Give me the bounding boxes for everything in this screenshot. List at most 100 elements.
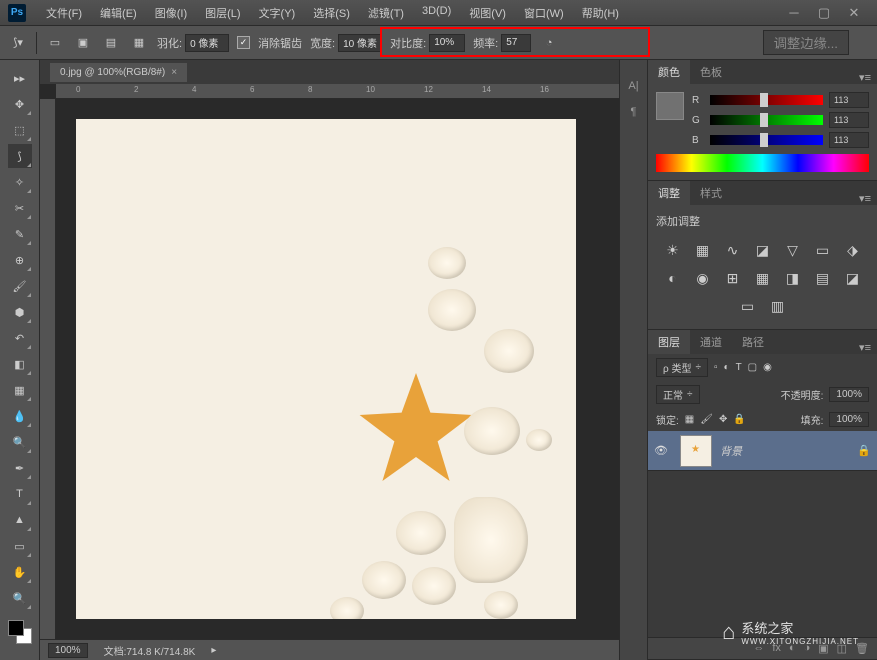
g-slider[interactable]	[710, 115, 823, 125]
posterize-icon[interactable]: ▤	[813, 269, 833, 287]
tab-swatches[interactable]: 色板	[690, 60, 732, 84]
tab-paths[interactable]: 路径	[732, 330, 774, 354]
b-value[interactable]: 113	[829, 132, 869, 148]
brush-tool[interactable]: 🖌	[8, 274, 32, 298]
refine-edge-button[interactable]: 调整边缘...	[763, 30, 849, 55]
path-select-tool[interactable]: ▲	[8, 508, 32, 532]
filter-smart-icon[interactable]: ◉	[763, 362, 772, 373]
zoom-level[interactable]: 100%	[48, 643, 88, 658]
vertical-ruler[interactable]	[40, 99, 56, 639]
lookup-icon[interactable]: ▦	[753, 269, 773, 287]
filter-pixel-icon[interactable]: ▫	[714, 362, 718, 373]
hue-icon[interactable]: ▭	[813, 241, 833, 259]
r-value[interactable]: 113	[829, 92, 869, 108]
pen-tool[interactable]: ✒	[8, 456, 32, 480]
history-brush-tool[interactable]: ↶	[8, 326, 32, 350]
r-slider[interactable]	[710, 95, 823, 105]
lock-paint-icon[interactable]: 🖌	[700, 414, 713, 425]
tab-layers[interactable]: 图层	[648, 330, 690, 354]
foreground-color[interactable]	[8, 620, 24, 636]
healing-tool[interactable]: ⊕	[8, 248, 32, 272]
close-button[interactable]: ✕	[839, 3, 869, 23]
layer-row-background[interactable]: 👁 背景 🔒	[648, 431, 877, 471]
levels-icon[interactable]: ▦	[693, 241, 713, 259]
paragraph-panel-icon[interactable]: ¶	[631, 106, 637, 118]
g-value[interactable]: 113	[829, 112, 869, 128]
marquee-tool[interactable]: ⬚	[8, 118, 32, 142]
vibrance-icon[interactable]: ▽	[783, 241, 803, 259]
maximize-button[interactable]: ▢	[809, 3, 839, 23]
horizontal-ruler[interactable]: 0 2 4 6 8 10 12 14 16	[56, 84, 619, 99]
panel-menu-icon[interactable]: ▾≡	[853, 341, 877, 354]
menu-view[interactable]: 视图(V)	[461, 2, 514, 24]
doc-info-arrow-icon[interactable]: ▸	[211, 645, 216, 656]
tab-channels[interactable]: 通道	[690, 330, 732, 354]
tab-color[interactable]: 颜色	[648, 60, 690, 84]
width-input[interactable]	[338, 34, 382, 52]
shape-tool[interactable]: ▭	[8, 534, 32, 558]
type-tool[interactable]: T	[8, 482, 32, 506]
canvas-viewport[interactable]	[56, 99, 619, 639]
balance-icon[interactable]: ⬗	[843, 241, 863, 259]
lock-all-icon[interactable]: 🔒	[733, 414, 745, 425]
crop-tool[interactable]: ✂	[8, 196, 32, 220]
gradient-map-icon[interactable]: ▭	[738, 297, 758, 315]
panel-menu-icon[interactable]: ▾≡	[853, 71, 877, 84]
new-selection-icon[interactable]: ▭	[45, 33, 65, 53]
photo-filter-icon[interactable]: ◉	[693, 269, 713, 287]
layer-thumbnail[interactable]	[680, 435, 712, 467]
contrast-input[interactable]	[429, 34, 465, 52]
intersect-selection-icon[interactable]: ▦	[129, 33, 149, 53]
selective-icon[interactable]: ▥	[768, 297, 788, 315]
bw-icon[interactable]: ◐	[663, 269, 683, 287]
threshold-icon[interactable]: ◪	[843, 269, 863, 287]
menu-filter[interactable]: 滤镜(T)	[360, 2, 412, 24]
blur-tool[interactable]: 💧	[8, 404, 32, 428]
brightness-icon[interactable]: ☀	[663, 241, 683, 259]
menu-file[interactable]: 文件(F)	[38, 2, 90, 24]
menu-type[interactable]: 文字(Y)	[251, 2, 304, 24]
magic-wand-tool[interactable]: ✧	[8, 170, 32, 194]
tab-styles[interactable]: 样式	[690, 181, 732, 205]
frequency-input[interactable]	[501, 34, 531, 52]
fill-input[interactable]: 100%	[829, 412, 869, 427]
active-color[interactable]	[656, 92, 684, 120]
menu-edit[interactable]: 编辑(E)	[92, 2, 145, 24]
expand-icon[interactable]: ▸▸	[8, 66, 32, 90]
filter-shape-icon[interactable]: ▢	[748, 362, 757, 373]
opacity-input[interactable]: 100%	[829, 387, 869, 402]
menu-image[interactable]: 图像(I)	[147, 2, 195, 24]
tool-preset-icon[interactable]: ⟆▾	[8, 33, 28, 53]
lock-position-icon[interactable]: ✥	[719, 414, 727, 425]
tab-adjustments[interactable]: 调整	[648, 181, 690, 205]
antialias-checkbox[interactable]: ✓	[237, 36, 250, 49]
document-tab[interactable]: 0.jpg @ 100%(RGB/8#) ×	[50, 63, 187, 82]
pen-pressure-icon[interactable]: ◔	[539, 33, 559, 53]
layer-filter-kind[interactable]: ρ 类型 ÷	[656, 358, 708, 377]
curves-icon[interactable]: ∿	[723, 241, 743, 259]
color-spectrum[interactable]	[656, 154, 869, 172]
add-selection-icon[interactable]: ▣	[73, 33, 93, 53]
subtract-selection-icon[interactable]: ▤	[101, 33, 121, 53]
menu-select[interactable]: 选择(S)	[305, 2, 358, 24]
visibility-icon[interactable]: 👁	[654, 444, 672, 457]
filter-text-icon[interactable]: T	[736, 362, 742, 373]
menu-help[interactable]: 帮助(H)	[574, 2, 627, 24]
eraser-tool[interactable]: ◧	[8, 352, 32, 376]
eyedropper-tool[interactable]: ✎	[8, 222, 32, 246]
menu-window[interactable]: 窗口(W)	[516, 2, 572, 24]
b-slider[interactable]	[710, 135, 823, 145]
hand-tool[interactable]: ✋	[8, 560, 32, 584]
panel-menu-icon[interactable]: ▾≡	[853, 192, 877, 205]
stamp-tool[interactable]: ⬢	[8, 300, 32, 324]
blend-mode-select[interactable]: 正常 ÷	[656, 385, 700, 404]
menu-layer[interactable]: 图层(L)	[197, 2, 248, 24]
gradient-tool[interactable]: ▦	[8, 378, 32, 402]
character-panel-icon[interactable]: A|	[628, 80, 638, 92]
menu-3d[interactable]: 3D(D)	[414, 2, 459, 24]
lasso-tool[interactable]: ⟆	[8, 144, 32, 168]
dodge-tool[interactable]: 🔍	[8, 430, 32, 454]
move-tool[interactable]: ✥	[8, 92, 32, 116]
tab-close-icon[interactable]: ×	[171, 67, 177, 78]
feather-input[interactable]	[185, 34, 229, 52]
